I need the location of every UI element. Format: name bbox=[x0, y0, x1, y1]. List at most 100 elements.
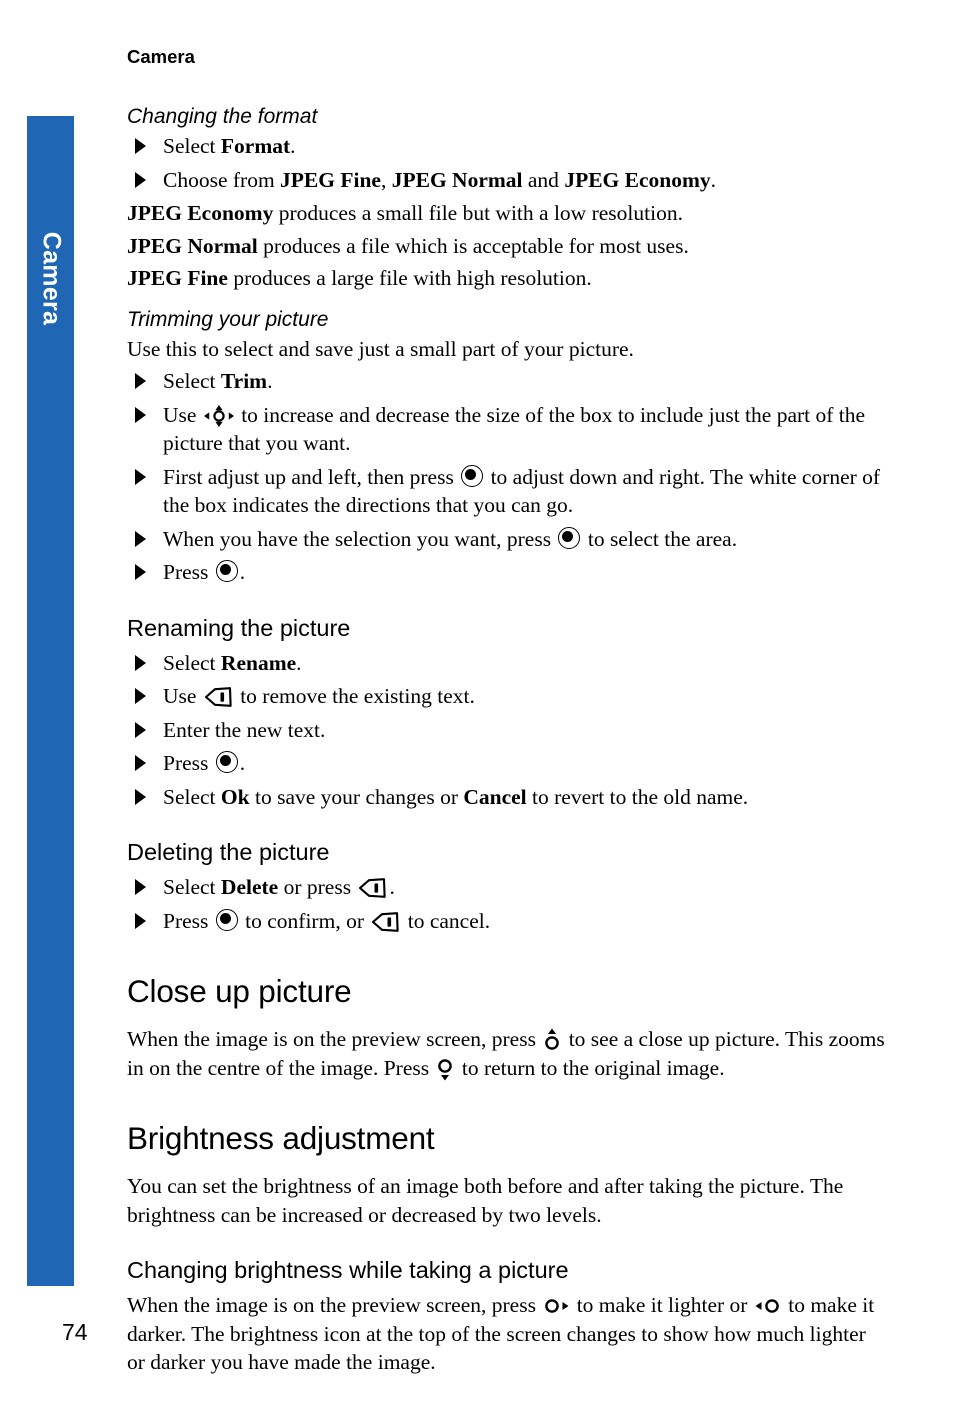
list-item: Press . bbox=[127, 749, 889, 778]
list-item: Select Ok to save your changes or Cancel… bbox=[127, 783, 889, 812]
step-text-post: . bbox=[296, 650, 302, 675]
bullet-triangle-icon bbox=[135, 530, 146, 547]
step-text-bold: Rename bbox=[220, 650, 297, 675]
list-item: First adjust up and left, then press to … bbox=[127, 463, 889, 520]
steps-deleting: Select Delete or press . Press to confir… bbox=[127, 873, 889, 935]
step-text-mid: to save your changes or bbox=[249, 784, 464, 809]
paragraph-changing-brightness: When the image is on the preview screen,… bbox=[127, 1291, 889, 1377]
list-item: Choose from JPEG Fine, JPEG Normal and J… bbox=[127, 166, 889, 195]
heading-brightness-adjustment: Brightness adjustment bbox=[127, 1120, 435, 1156]
definition-jpeg-normal: produces a file which is acceptable for … bbox=[257, 233, 689, 258]
paragraph-jpeg-normal: JPEG Normal produces a file which is acc… bbox=[127, 232, 889, 261]
step-text-post: . bbox=[239, 560, 246, 584]
step-text-mid: or press bbox=[278, 875, 357, 899]
step-text-bold: Trim bbox=[220, 369, 268, 393]
list-item: When you have the selection you want, pr… bbox=[127, 525, 889, 554]
bullet-triangle-icon bbox=[135, 688, 146, 704]
bullet-triangle-icon bbox=[135, 468, 146, 485]
definition-jpeg-fine: produces a large file with high resoluti… bbox=[227, 266, 592, 290]
bullet-triangle-icon bbox=[135, 564, 146, 580]
bullet-triangle-icon bbox=[135, 788, 146, 805]
steps-trimming: Select Trim. Use to increase and decreas… bbox=[127, 367, 889, 587]
list-item: Use to increase and decrease the size of… bbox=[127, 401, 889, 458]
step-text-pre: Select bbox=[163, 875, 221, 899]
clear-key-icon bbox=[372, 911, 400, 932]
steps-renaming: Select Rename. Use to remove the existin… bbox=[127, 649, 889, 812]
bullet-triangle-icon bbox=[135, 879, 146, 895]
page-number: 74 bbox=[62, 1319, 88, 1345]
step-text-pre: Enter the new text. bbox=[163, 717, 326, 742]
paragraph-brightness-intro: You can set the brightness of an image b… bbox=[127, 1174, 844, 1227]
close-up-text-pre: When the image is on the preview screen,… bbox=[127, 1027, 542, 1051]
step-text-bold: Delete bbox=[220, 875, 279, 899]
chapter-tab-label: Camera bbox=[37, 231, 65, 326]
heading-renaming-the-picture: Renaming the picture bbox=[127, 614, 351, 641]
bullet-triangle-icon bbox=[135, 912, 146, 929]
step-text-mid: to confirm, or bbox=[239, 908, 370, 933]
step-text-bold-cancel: Cancel bbox=[463, 784, 527, 809]
steps-changing-format: Select Format. Choose from JPEG Fine, JP… bbox=[127, 132, 889, 194]
term-jpeg-economy: JPEG Economy bbox=[127, 201, 274, 225]
nav-right-icon bbox=[543, 1297, 569, 1315]
heading-deleting-the-picture: Deleting the picture bbox=[127, 839, 330, 865]
nav-left-icon bbox=[755, 1297, 781, 1315]
select-key-icon bbox=[461, 464, 484, 487]
heading-changing-the-format: Changing the format bbox=[127, 105, 318, 128]
list-item: Press to confirm, or to cancel. bbox=[127, 907, 889, 936]
heading-trimming-your-picture: Trimming your picture bbox=[127, 307, 329, 331]
step-text-pre: Use bbox=[163, 402, 202, 427]
bullet-triangle-icon bbox=[135, 373, 146, 389]
step-text-bold-ok: Ok bbox=[220, 784, 250, 809]
step-text-bold: Format bbox=[220, 134, 291, 158]
bullet-triangle-icon bbox=[135, 138, 146, 154]
list-item: Select Rename. bbox=[127, 649, 889, 678]
step-text-pre: Press bbox=[163, 908, 214, 933]
list-item: Select Format. bbox=[127, 132, 889, 161]
step-text-pre: Select bbox=[163, 784, 221, 809]
term-jpeg-normal: JPEG Normal bbox=[127, 233, 258, 258]
step-text-pre: Choose from bbox=[163, 167, 281, 192]
step-text-pre: Select bbox=[163, 134, 221, 158]
step-text-bold-1: JPEG Fine bbox=[280, 167, 381, 192]
step-text-pre: Select bbox=[163, 650, 221, 675]
bullet-triangle-icon bbox=[135, 721, 146, 738]
select-key-icon bbox=[558, 526, 581, 549]
heading-close-up-picture: Close up picture bbox=[127, 973, 352, 1009]
paragraph-jpeg-economy: JPEG Economy produces a small file but w… bbox=[127, 199, 889, 228]
list-item: Use to remove the existing text. bbox=[127, 682, 889, 711]
clear-key-icon bbox=[204, 687, 232, 707]
chapter-tab: Camera bbox=[27, 116, 74, 1286]
step-text-pre: Select bbox=[163, 369, 221, 393]
step-text-pre: When you have the selection you want, pr… bbox=[163, 526, 557, 551]
step-text-post: . bbox=[710, 167, 717, 192]
step-text-pre: Press bbox=[163, 560, 214, 584]
brightness-text-pre: When the image is on the preview screen,… bbox=[127, 1293, 542, 1317]
step-text-pre: Press bbox=[163, 751, 214, 775]
select-key-icon bbox=[215, 908, 238, 931]
paragraph-jpeg-fine: JPEG Fine produces a large file with hig… bbox=[127, 264, 889, 293]
term-jpeg-fine: JPEG Fine bbox=[127, 266, 228, 290]
list-item: Select Delete or press . bbox=[127, 873, 889, 902]
heading-changing-brightness-while-taking-a-picture: Changing brightness while taking a pictu… bbox=[127, 1257, 569, 1283]
step-text-post: to remove the existing text. bbox=[234, 684, 475, 708]
page-content: Camera Changing the format Select Format… bbox=[127, 46, 889, 1381]
step-text-bold-2: JPEG Normal bbox=[391, 167, 523, 192]
step-text-bold-3: JPEG Economy bbox=[564, 167, 711, 192]
bullet-triangle-icon bbox=[135, 171, 146, 188]
step-text-post: to revert to the old name. bbox=[526, 784, 749, 809]
select-key-icon bbox=[215, 751, 238, 773]
list-item: Press . bbox=[127, 558, 889, 587]
step-text-pre: Use bbox=[163, 684, 202, 708]
close-up-text-post: to return to the original image. bbox=[456, 1055, 725, 1080]
step-text-post: . bbox=[290, 134, 296, 158]
step-text-post: . bbox=[267, 369, 273, 393]
step-text-post: . bbox=[389, 875, 395, 899]
step-text-post: to select the area. bbox=[582, 526, 738, 551]
brightness-text-mid: to make it lighter or bbox=[571, 1293, 753, 1317]
step-text-post: . bbox=[239, 751, 246, 775]
list-item: Select Trim. bbox=[127, 367, 889, 396]
bullet-triangle-icon bbox=[135, 406, 146, 423]
nav-4way-icon bbox=[203, 404, 234, 427]
step-text-pre: First adjust up and left, then press bbox=[163, 464, 460, 489]
bullet-triangle-icon bbox=[135, 755, 146, 771]
